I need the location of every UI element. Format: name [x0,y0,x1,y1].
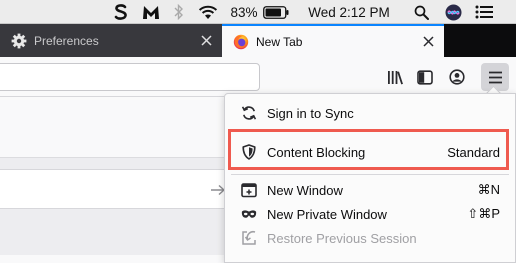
menu-item-label: New Private Window [267,206,387,222]
new-window-icon [241,182,257,198]
restore-session-icon [241,230,257,246]
menu-item-shortcut: ⌘N [477,182,500,197]
url-bar[interactable] [0,63,260,91]
sidebar-icon[interactable] [413,65,437,89]
close-tab-icon[interactable] [421,35,435,49]
close-tab-icon[interactable] [199,34,213,48]
malwarebytes-icon[interactable] [140,0,162,24]
tab-strip: Preferences New Tab [0,24,516,71]
macos-menubar: 83% Wed 2:12 PM [0,0,516,24]
menu-item-label: New Window [267,182,343,198]
library-icon[interactable] [383,65,407,89]
menubar-clock[interactable]: Wed 2:12 PM [303,0,395,24]
menu-item-shortcut: ⇧⌘P [467,206,500,221]
account-icon[interactable] [445,65,469,89]
page-search-input[interactable] [0,169,240,209]
spotlight-search-icon[interactable] [412,0,430,24]
scrivener-icon[interactable] [112,0,130,24]
battery-icon[interactable] [262,0,290,24]
menu-item-restore-previous-session: Restore Previous Session [225,226,515,250]
menu-item-label: Sign in to Sync [267,105,354,121]
content-blocking-highlight-box [228,129,509,170]
tab-preferences[interactable]: Preferences [0,24,222,57]
sync-icon [241,105,257,121]
menu-item-new-private-window[interactable]: New Private Window ⇧⌘P [225,202,515,226]
navigation-toolbar [0,57,516,97]
menu-item-new-window[interactable]: New Window ⌘N [225,178,515,202]
menu-item-label: Restore Previous Session [267,230,417,246]
menu-item-sign-in-sync[interactable]: Sign in to Sync [225,101,515,125]
bluetooth-icon[interactable] [172,0,186,24]
notification-center-icon[interactable] [474,0,494,24]
private-browsing-mask-icon [241,206,257,222]
siri-icon[interactable] [444,0,462,24]
tab-label: Preferences [34,33,99,48]
app-menu-panel: Sign in to Sync Content Blocking Standar… [224,93,516,263]
menu-separator [231,174,509,175]
firefox-icon [233,34,249,50]
wifi-icon[interactable] [197,0,219,24]
tab-label: New Tab [256,34,303,49]
tab-new-tab[interactable]: New Tab [222,24,444,57]
battery-percent: 83% [230,4,258,20]
gear-icon [11,33,27,49]
